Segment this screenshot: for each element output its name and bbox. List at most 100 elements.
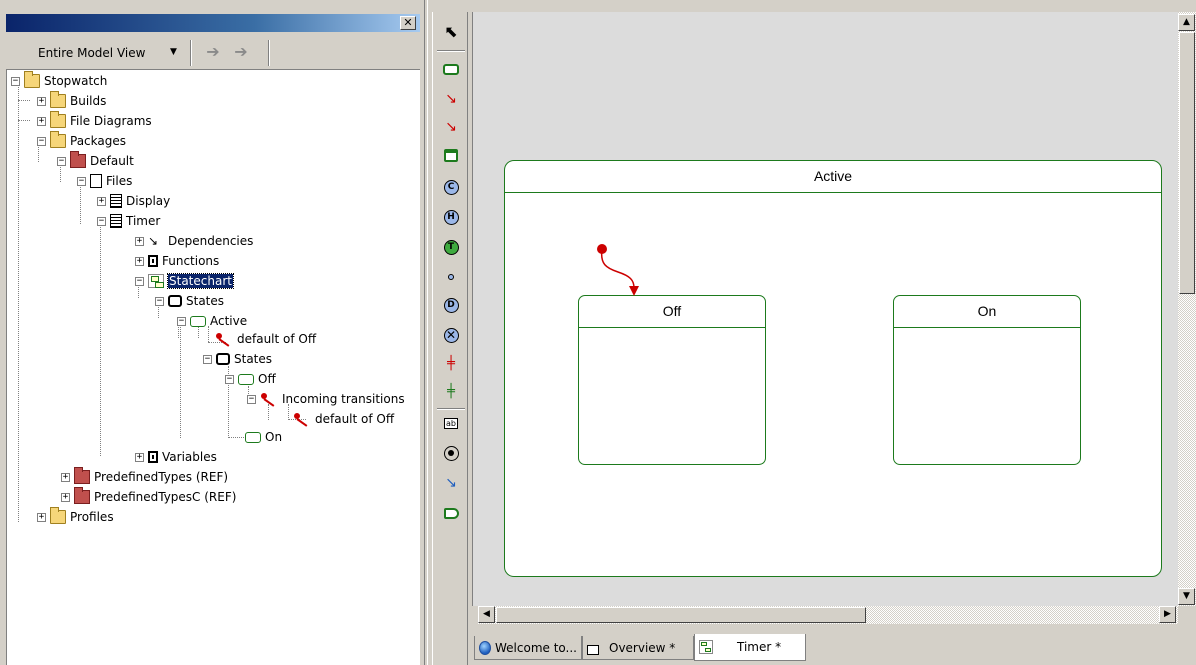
state-name: Off [662,303,682,319]
source-file-icon [110,214,122,228]
select-pointer-icon[interactable]: ⬉ [442,22,460,41]
tree-node-builds[interactable]: + Builds [37,91,106,110]
pane-splitter[interactable] [424,0,428,665]
package-icon [74,467,90,484]
model-tree: − Stopwatch + Builds + File Diagrams − P… [6,70,420,665]
drawing-palette: ⬉ ↘ ↘ C H T D ✕ ╪ ╪ ab ↘ [432,12,468,665]
source-file-icon [110,194,122,208]
collapse-icon[interactable]: − [135,276,144,286]
tree-node-functions[interactable]: + Functions [135,252,219,270]
send-action-icon[interactable] [442,504,460,522]
expand-icon[interactable]: + [135,452,144,462]
condition-connector-icon[interactable]: C [442,178,460,196]
collapse-icon[interactable]: − [57,156,66,166]
collapse-icon[interactable]: − [77,176,86,186]
tree-node-file-diagrams[interactable]: + File Diagrams [37,111,152,130]
package-icon [70,151,86,168]
state-divider [505,192,1161,193]
default-transition-arrowhead [629,286,639,296]
expand-icon[interactable]: + [37,96,46,106]
state-divider [579,327,765,328]
tree-node-incoming-transitions[interactable]: − Incoming transitions [247,390,405,408]
move-up-icon[interactable]: ➔ [232,42,250,62]
tree-node-stopwatch[interactable]: − Stopwatch [11,71,107,90]
default-transition[interactable] [590,240,650,300]
state-off[interactable]: Off [578,295,766,465]
tree-node-files[interactable]: − Files [77,172,132,190]
horizontal-scroll-thumb[interactable] [496,607,866,623]
expand-icon[interactable]: + [37,512,46,522]
expand-icon[interactable]: + [61,492,70,502]
termination-connector-icon[interactable]: T [442,238,460,256]
collapse-icon[interactable]: − [177,316,186,326]
scroll-left-button[interactable]: ◀ [478,606,495,623]
tab-overview[interactable]: Overview * [582,636,694,660]
functions-icon [148,255,158,267]
tree-node-default-of-off-incoming[interactable]: default of Off [293,410,394,428]
termination-state-icon[interactable]: ✕ [442,326,460,344]
dependency-tool-icon[interactable]: ↘ [442,474,460,492]
initial-state-icon[interactable] [442,444,460,462]
expand-icon[interactable]: + [61,472,70,482]
scroll-down-button[interactable]: ▼ [1178,588,1195,605]
tab-welcome[interactable]: Welcome to... [474,636,582,660]
tree-node-default-of-off[interactable]: default of Off [215,330,316,348]
state-tool-icon[interactable] [442,60,460,78]
tree-node-on[interactable]: On [245,428,282,446]
statechart-icon [699,640,713,654]
folder-icon [50,111,66,128]
tree-node-states-nested[interactable]: − States [203,350,272,368]
collapse-icon[interactable]: − [247,394,256,404]
move-down-icon[interactable]: ➔ [204,42,222,62]
fork-sync-bar-icon[interactable]: ╪ [442,354,460,372]
view-select-label: Entire Model View [38,46,146,60]
and-line-tool-icon[interactable] [442,146,460,164]
tree-node-states[interactable]: − States [155,292,224,310]
collapse-icon[interactable]: − [225,374,234,384]
state-on[interactable]: On [893,295,1081,465]
tree-node-variables[interactable]: + Variables [135,448,217,466]
tab-timer[interactable]: Timer * [694,634,806,661]
default-transition-icon [293,412,311,426]
tree-node-active[interactable]: − Active [177,312,247,330]
vertical-scroll-thumb[interactable] [1179,32,1195,294]
tree-node-predefinedtypes[interactable]: + PredefinedTypes (REF) [61,467,228,486]
state-name: On [977,303,997,319]
expand-icon[interactable]: + [135,236,144,246]
tree-node-off[interactable]: − Off [225,370,276,388]
transition-tool-icon[interactable]: ↘ [442,90,460,108]
dependency-icon: ↘ [148,234,159,248]
tree-node-statechart[interactable]: − Statechart [135,272,234,290]
scroll-right-button[interactable]: ▶ [1159,606,1176,623]
tree-node-profiles[interactable]: + Profiles [37,507,114,526]
tree-node-dependencies[interactable]: + ↘ Dependencies [135,232,253,250]
default-transition-path [600,248,635,289]
view-select[interactable]: Entire Model View [38,46,145,64]
tree-node-timer[interactable]: − Timer [97,212,160,230]
collapse-icon[interactable]: − [11,76,20,86]
collapse-icon[interactable]: − [37,136,46,146]
scroll-up-button[interactable]: ▲ [1178,14,1195,31]
tree-node-default[interactable]: − Default [57,151,134,170]
incoming-transitions-icon [260,392,278,406]
diagram-connector-icon[interactable]: D [442,296,460,314]
tree-node-packages[interactable]: − Packages [37,131,126,150]
browser-title-bar: ✕ [6,14,420,32]
text-tool-icon[interactable]: ab [442,414,460,432]
collapse-icon[interactable]: − [203,354,212,364]
collapse-icon[interactable]: − [97,216,106,226]
chevron-down-icon[interactable]: ▼ [170,47,177,57]
tree-node-predefinedtypesc[interactable]: + PredefinedTypesC (REF) [61,487,236,506]
close-button[interactable]: ✕ [400,16,416,30]
tree-node-display[interactable]: + Display [97,192,170,210]
default-transition-icon [215,332,233,346]
expand-icon[interactable]: + [97,196,106,206]
state-icon [238,373,254,385]
join-sync-bar-icon[interactable]: ╪ [442,382,460,400]
junction-connector-icon[interactable] [442,268,460,286]
expand-icon[interactable]: + [37,116,46,126]
history-connector-icon[interactable]: H [442,208,460,226]
collapse-icon[interactable]: − [155,296,164,306]
expand-icon[interactable]: + [135,256,144,266]
default-transition-tool-icon[interactable]: ↘ [442,118,460,136]
